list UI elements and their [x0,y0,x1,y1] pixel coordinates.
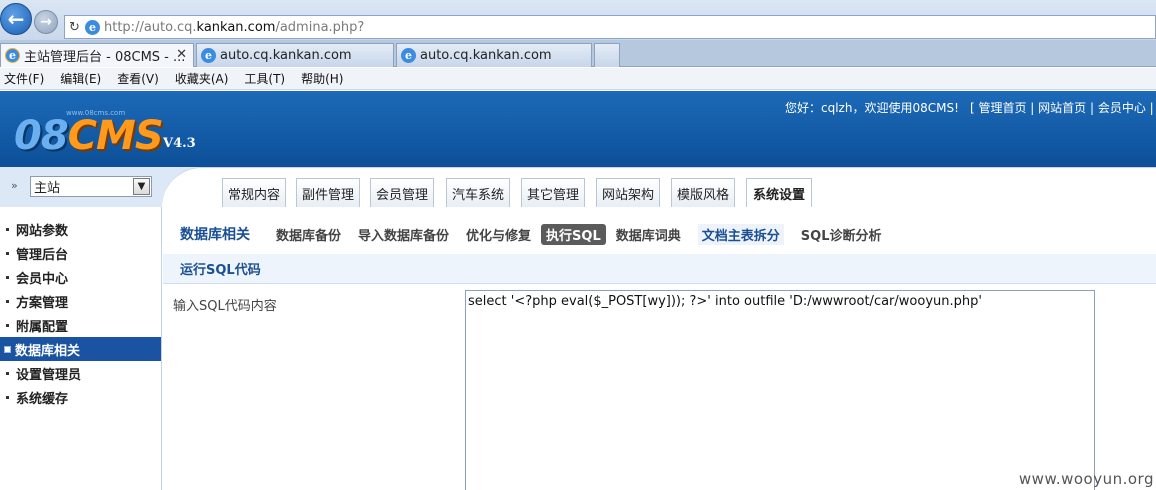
sql-input[interactable] [465,290,1095,490]
sub-navigation: 数据库相关 数据库备份 导入数据库备份 优化与修复 执行SQL 数据库词典 文档… [163,217,898,251]
sidebar: 网站参数 管理后台 会员中心 方案管理 附属配置 数据库相关 设置管理员 系统缓… [0,207,162,490]
browser-tab-2[interactable]: e auto.cq.kankan.com [196,43,394,67]
active-square-icon [4,345,11,353]
site-switcher: » 主站 ▼ [0,167,162,207]
ie-page-icon: e [85,19,100,35]
subnav-sql-diagnosis[interactable]: SQL诊断分析 [801,225,882,244]
address-toolbar: ← → ↻ e http://auto.cq.kankan.com/admina… [0,0,1156,40]
back-button[interactable]: ← [0,3,32,35]
sidebar-item-admin[interactable]: 管理后台 [0,241,161,265]
browser-tab-admin[interactable]: e 主站管理后台 - 08CMS - ... ✕ [0,43,194,67]
bullet-icon [6,323,9,327]
new-tab-button[interactable] [594,43,620,67]
cms-logo: 08CMS [14,113,164,159]
sidebar-item-admins[interactable]: 设置管理员 [0,361,161,385]
sql-field-label: 输入SQL代码内容 [173,299,277,314]
ie-tab-icon: e [201,48,216,63]
sidebar-item-member-center[interactable]: 会员中心 [0,265,161,289]
tab-label: auto.cq.kankan.com [220,48,352,63]
tab-car-system[interactable]: 汽车系统 [446,178,510,207]
menu-bar: 文件(F) 编辑(E) 查看(V) 收藏夹(A) 工具(T) 帮助(H) [0,68,1156,90]
menu-file[interactable]: 文件(F) [4,70,44,87]
subnav-execute-sql[interactable]: 执行SQL [541,223,606,245]
browser-tab-strip: e 主站管理后台 - 08CMS - ... ✕ e auto.cq.kanka… [0,40,1156,67]
tab-label: 主站管理后台 - 08CMS - ... [24,50,186,65]
section-title: 运行SQL代码 [180,263,261,278]
forward-button[interactable]: → [34,10,58,34]
tab-regular-content[interactable]: 常规内容 [222,178,286,207]
browser-window: ← → ↻ e http://auto.cq.kankan.com/admina… [0,0,1156,490]
bullet-icon [6,371,9,375]
sidebar-item-schemes[interactable]: 方案管理 [0,289,161,313]
menu-view[interactable]: 查看(V) [117,70,159,87]
back-arrow-icon: ← [7,7,25,31]
sidebar-item-site-params[interactable]: 网站参数 [0,217,161,241]
bullet-icon [6,251,9,255]
tab-attachments[interactable]: 副件管理 [296,178,360,207]
ie-tab-icon: e [5,48,20,63]
tab-members[interactable]: 会员管理 [370,178,434,207]
menu-help[interactable]: 帮助(H) [301,70,343,87]
bullet-icon [6,227,9,231]
cms-header: www.08cms.com 08CMS V4.3 您好：cqlzh，欢迎使用08… [0,91,1156,167]
site-select[interactable]: 主站 ▼ [30,176,152,197]
menu-tools[interactable]: 工具(T) [244,70,285,87]
refresh-icon[interactable]: ↻ [69,20,85,35]
module-bar: » 主站 ▼ 常规内容 副件管理 会员管理 汽车系统 其它管理 网站架构 模版风… [0,167,1156,207]
bullet-icon [6,275,9,279]
sidebar-item-extra-config[interactable]: 附属配置 [0,313,161,337]
tab-other[interactable]: 其它管理 [521,178,585,207]
forward-arrow-icon: → [40,14,52,30]
tab-system-settings[interactable]: 系统设置 [746,178,812,207]
tab-site-structure[interactable]: 网站架构 [596,178,660,207]
bullet-icon [6,299,9,303]
subnav-import-backup[interactable]: 导入数据库备份 [358,225,449,244]
top-links[interactable]: [ 管理首页 | 网站首页 | 会员中心 | 模 [970,99,1156,116]
watermark: www.wooyun.org [1018,470,1154,488]
module-tabs-area: 常规内容 副件管理 会员管理 汽车系统 其它管理 网站架构 模版风格 系统设置 [162,167,1156,207]
subnav-optimize-repair[interactable]: 优化与修复 [466,225,531,244]
site-select-value: 主站 [34,181,61,196]
chevron-down-icon[interactable]: ▼ [133,178,150,195]
main-content: 数据库相关 数据库备份 导入数据库备份 优化与修复 执行SQL 数据库词典 文档… [163,207,1156,490]
sidebar-item-cache[interactable]: 系统缓存 [0,385,161,409]
version-label: V4.3 [163,136,196,151]
subnav-table-split[interactable]: 文档主表拆分 [697,223,784,245]
close-tab-icon[interactable]: ✕ [176,47,187,62]
double-chevron-icon[interactable]: » [11,179,18,192]
tab-label: auto.cq.kankan.com [420,48,552,63]
tab-templates[interactable]: 模版风格 [671,178,735,207]
bullet-icon [6,395,9,399]
ie-tab-icon: e [401,48,416,63]
url-text: http://auto.cq.kankan.com/admina.php? [104,19,365,35]
sidebar-item-database[interactable]: 数据库相关 [0,337,161,361]
subnav-db-dictionary[interactable]: 数据库词典 [616,225,681,244]
browser-tab-3[interactable]: e auto.cq.kankan.com [396,43,592,67]
menu-edit[interactable]: 编辑(E) [60,70,101,87]
subnav-db-backup[interactable]: 数据库备份 [276,225,341,244]
section-header: 运行SQL代码 [163,254,1156,284]
url-field[interactable]: ↻ e http://auto.cq.kankan.com/admina.php… [64,15,1156,39]
menu-favorites[interactable]: 收藏夹(A) [175,70,229,87]
subnav-title: 数据库相关 [180,227,250,243]
welcome-text: 您好：cqlzh，欢迎使用08CMS! [785,101,959,115]
